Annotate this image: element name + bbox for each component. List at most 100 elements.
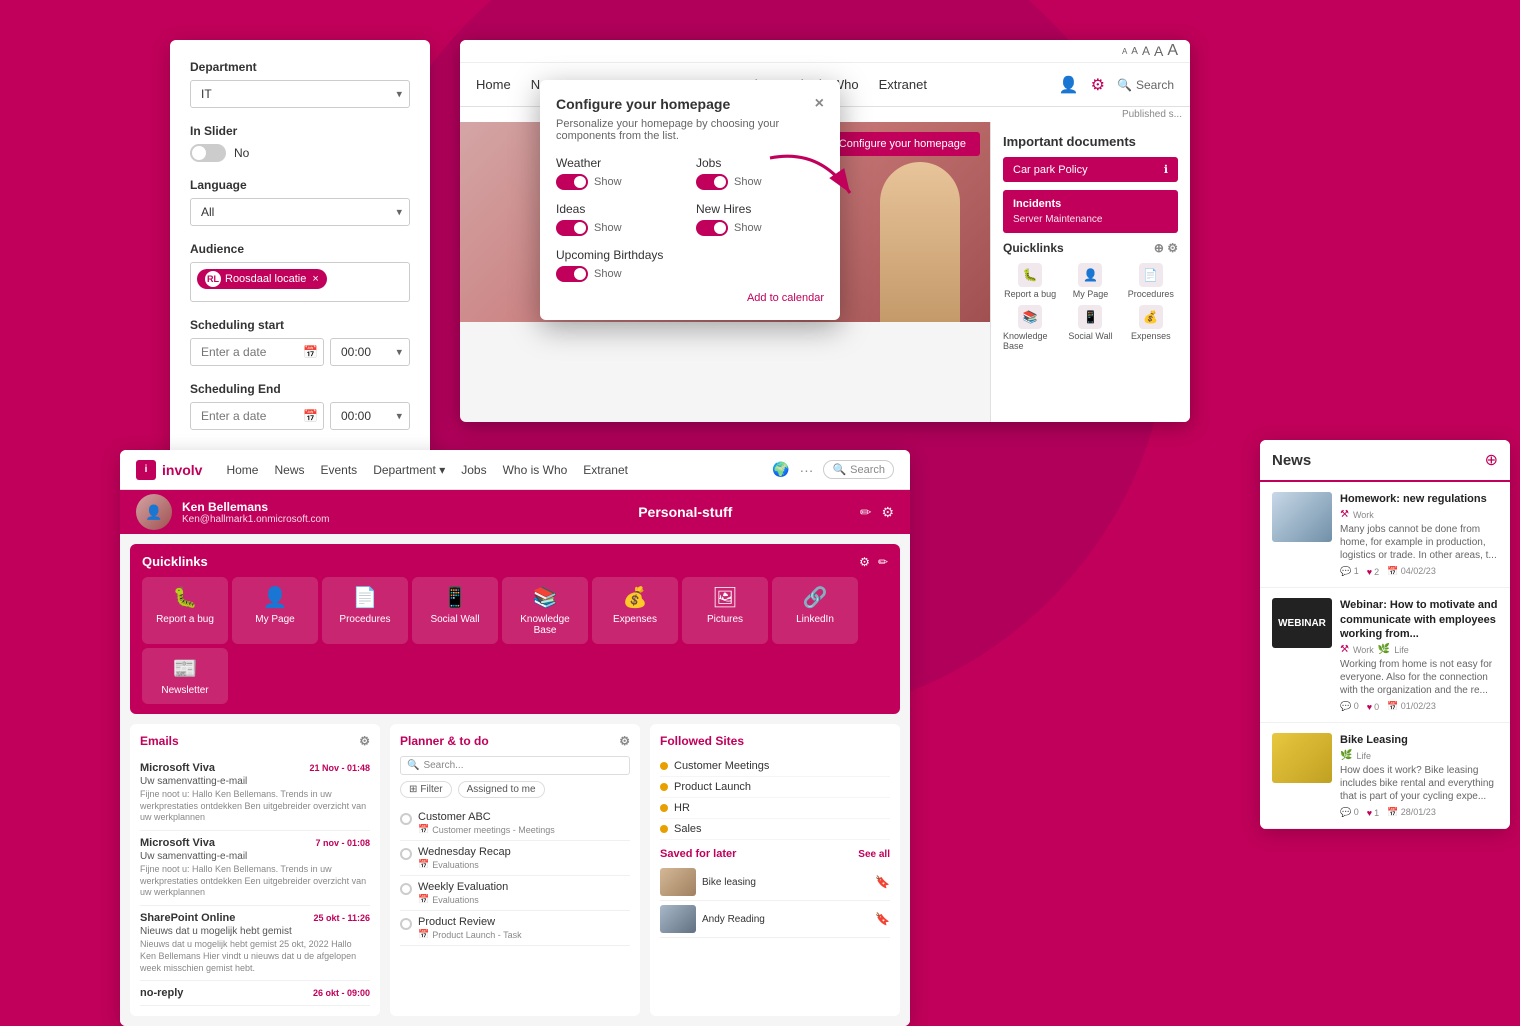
sp-nav-extranet[interactable]: Extranet — [879, 77, 927, 92]
sp-ql-social-label: Social Wall — [1068, 331, 1112, 341]
sp-ql-procedures[interactable]: 📄 Procedures — [1124, 263, 1178, 299]
involv-nav-extranet[interactable]: Extranet — [583, 463, 628, 477]
font-a-xs[interactable]: A — [1122, 47, 1127, 56]
followed-site-1[interactable]: Customer Meetings — [660, 756, 890, 777]
involv-nav-department[interactable]: Department ▾ — [373, 463, 445, 477]
audience-input-area[interactable]: RL Roosdaal locatie × — [190, 262, 410, 302]
font-a-md[interactable]: A — [1142, 44, 1150, 58]
involv-ql-pictures[interactable]: 🖼 Pictures — [682, 577, 768, 644]
planner-sub-icon-2: 📅 — [418, 859, 429, 870]
involv-ql-newsletter[interactable]: 📰 Newsletter — [142, 648, 228, 704]
calendar-end-icon: 📅 — [303, 409, 318, 423]
emails-gear-icon[interactable]: ⚙ — [359, 734, 370, 748]
involv-user-info: Ken Bellemans Ken@hallmark1.onmicrosoft.… — [182, 500, 511, 525]
email-subject-1: Uw samenvatting-e-mail — [140, 776, 370, 787]
email-item-1[interactable]: Microsoft Viva 21 Nov - 01:48 Uw samenva… — [140, 756, 370, 831]
planner-radio-2[interactable] — [400, 848, 412, 860]
font-a-sm[interactable]: A — [1131, 46, 1138, 57]
planner-search-icon: 🔍 — [407, 760, 419, 771]
saved-bookmark-1[interactable]: 🔖 — [875, 875, 890, 889]
planner-radio-1[interactable] — [400, 813, 412, 825]
department-select[interactable]: IT — [190, 80, 410, 108]
sp-car-park-policy[interactable]: Car park Policy ℹ — [1003, 157, 1178, 182]
involv-nav-jobs[interactable]: Jobs — [461, 463, 486, 477]
followed-site-3[interactable]: HR — [660, 798, 890, 819]
modal-add-calendar[interactable]: Add to calendar — [556, 292, 824, 304]
planner-radio-4[interactable] — [400, 918, 412, 930]
font-a-lg[interactable]: A — [1154, 43, 1163, 59]
email-item-3[interactable]: SharePoint Online 25 okt - 11:26 Nieuws … — [140, 906, 370, 981]
planner-item-1[interactable]: Customer ABC 📅 Customer meetings - Meeti… — [400, 806, 630, 841]
involv-ql-gear[interactable]: ⚙ — [859, 555, 870, 569]
modal-weather-toggle[interactable] — [556, 174, 588, 190]
language-field: Language All — [190, 178, 410, 226]
font-a-xl[interactable]: A — [1167, 42, 1178, 60]
email-item-4[interactable]: no-reply 26 okt - 09:00 — [140, 981, 370, 1006]
planner-gear-icon[interactable]: ⚙ — [619, 734, 630, 748]
involv-ql-newsletter-label: Newsletter — [161, 685, 208, 696]
involv-settings-icon[interactable]: ⚙ — [881, 504, 894, 521]
modal-newhires-toggle[interactable] — [696, 220, 728, 236]
involv-edit-icon[interactable]: ✏ — [860, 504, 872, 521]
involv-nav-events[interactable]: Events — [321, 463, 358, 477]
involv-ql-procedures[interactable]: 📄 Procedures — [322, 577, 408, 644]
planner-item-3[interactable]: Weekly Evaluation 📅 Evaluations — [400, 876, 630, 911]
saved-see-all[interactable]: See all — [858, 849, 890, 860]
sp-ql-my-page[interactable]: 👤 My Page — [1063, 263, 1117, 299]
sp-ql-settings[interactable]: ⊕ ⚙ — [1154, 241, 1178, 255]
audience-tag-remove[interactable]: × — [312, 273, 318, 285]
news-item-1[interactable]: Homework: new regulations ⚒ Work Many jo… — [1260, 482, 1510, 588]
language-select[interactable]: All — [190, 198, 410, 226]
involv-ql-linkedin[interactable]: 🔗 LinkedIn — [772, 577, 858, 644]
modal-close-button[interactable]: × — [815, 96, 824, 112]
sp-ql-knowledge[interactable]: 📚 Knowledge Base — [1003, 305, 1057, 351]
in-slider-toggle[interactable] — [190, 144, 226, 162]
sp-ql-expenses-icon: 💰 — [1139, 305, 1163, 329]
followed-site-4[interactable]: Sales — [660, 819, 890, 840]
involv-ql-report-bug[interactable]: 🐛 Report a bug — [142, 577, 228, 644]
modal-birthdays-toggle[interactable] — [556, 266, 588, 282]
involv-nav-news[interactable]: News — [274, 463, 304, 477]
in-slider-label: In Slider — [190, 124, 410, 138]
sp-ql-expenses[interactable]: 💰 Expenses — [1124, 305, 1178, 351]
sp-incidents[interactable]: Incidents Server Maintenance — [1003, 190, 1178, 233]
modal-ideas-toggle-row: Show — [556, 220, 684, 236]
email-item-2[interactable]: Microsoft Viva 7 nov - 01:08 Uw samenvat… — [140, 831, 370, 906]
sp-ql-report-bug[interactable]: 🐛 Report a bug — [1003, 263, 1057, 299]
followed-site-2[interactable]: Product Launch — [660, 777, 890, 798]
involv-nav-home[interactable]: Home — [226, 463, 258, 477]
planner-item-1-sub: 📅 Customer meetings - Meetings — [418, 824, 555, 835]
planner-radio-3[interactable] — [400, 883, 412, 895]
planner-item-2[interactable]: Wednesday Recap 📅 Evaluations — [400, 841, 630, 876]
email-subject-2: Uw samenvatting-e-mail — [140, 851, 370, 862]
news-close-button[interactable]: ⊕ — [1485, 450, 1498, 470]
involv-nav-whoiswho[interactable]: Who is Who — [503, 463, 568, 477]
involv-ql-edit[interactable]: ✏ — [878, 555, 888, 569]
modal-ideas-toggle[interactable] — [556, 220, 588, 236]
involv-nav-more[interactable]: ··· — [799, 462, 813, 478]
involv-ql-knowledge-base[interactable]: 📚 Knowledge Base — [502, 577, 588, 644]
saved-item-2[interactable]: Andy Reading 🔖 — [660, 901, 890, 938]
sp-settings-icon[interactable]: ⚙ — [1091, 75, 1105, 95]
assigned-label: Assigned to me — [467, 784, 536, 795]
scheduling-end-time-select[interactable]: 00:00 — [330, 402, 410, 430]
scheduling-start-field: Scheduling start 📅 00:00 — [190, 318, 410, 366]
involv-search[interactable]: 🔍 Search — [823, 460, 894, 479]
saved-bookmark-2[interactable]: 🔖 — [875, 912, 890, 926]
involv-ql-social-wall[interactable]: 📱 Social Wall — [412, 577, 498, 644]
sp-ql-social-wall[interactable]: 📱 Social Wall — [1063, 305, 1117, 351]
involv-ql-expenses[interactable]: 💰 Expenses — [592, 577, 678, 644]
news-item-2[interactable]: WEBINAR Webinar: How to motivate and com… — [1260, 588, 1510, 723]
planner-filter-btn[interactable]: ⊞ Filter — [400, 781, 452, 798]
involv-ql-my-page[interactable]: 👤 My Page — [232, 577, 318, 644]
planner-item-4[interactable]: Product Review 📅 Product Launch - Task — [400, 911, 630, 946]
scheduling-start-time-select[interactable]: 00:00 — [330, 338, 410, 366]
saved-item-1[interactable]: Bike leasing 🔖 — [660, 864, 890, 901]
sp-nav-home[interactable]: Home — [476, 77, 511, 92]
sp-search[interactable]: 🔍 Search — [1117, 78, 1174, 92]
planner-search[interactable]: 🔍 Search... — [400, 756, 630, 775]
news-comment-3: 💬 0 — [1340, 807, 1359, 818]
news-item-3[interactable]: Bike Leasing 🌿 Life How does it work? Bi… — [1260, 723, 1510, 829]
planner-assigned-btn[interactable]: Assigned to me — [458, 781, 545, 798]
modal-jobs-toggle[interactable] — [696, 174, 728, 190]
